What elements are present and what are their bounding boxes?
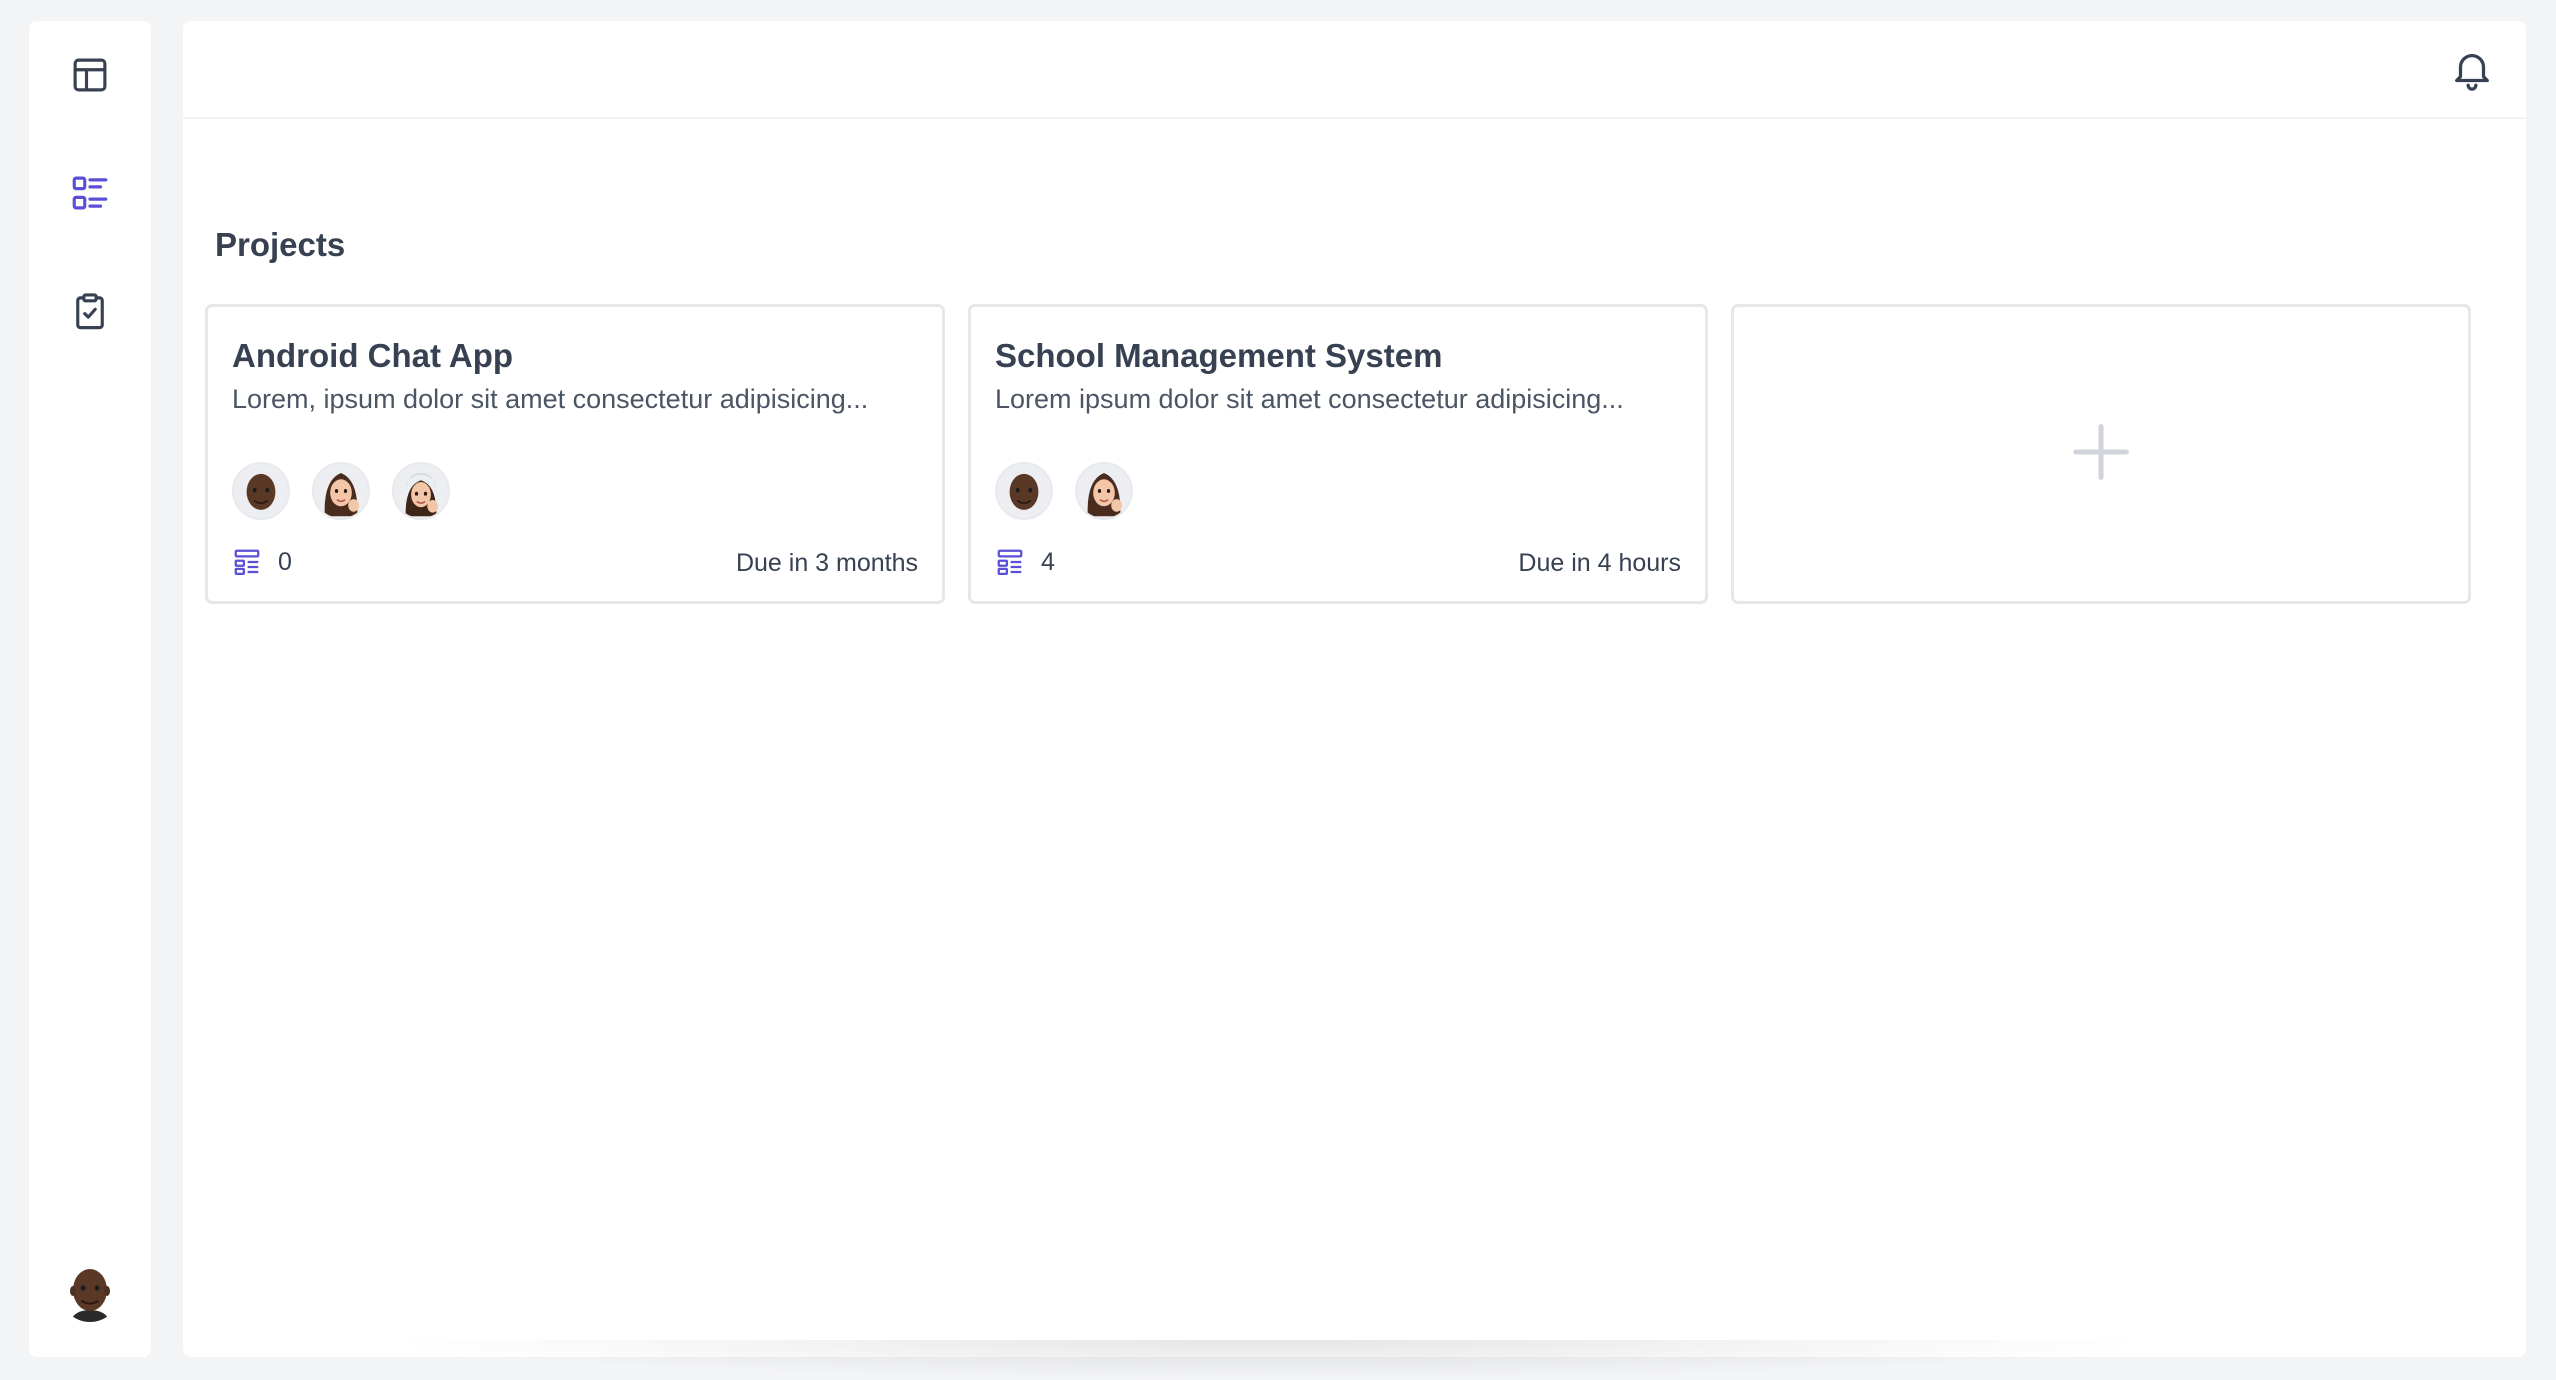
sidebar-item-dashboard[interactable] xyxy=(61,46,119,104)
main-panel: Projects Android Chat App Lorem, ipsum d… xyxy=(183,21,2526,1357)
project-title: School Management System xyxy=(995,337,1443,374)
project-members xyxy=(232,462,450,520)
task-count-value: 0 xyxy=(278,547,292,576)
member-avatar xyxy=(312,462,370,520)
bell-icon xyxy=(2455,54,2489,91)
member-avatar xyxy=(1075,462,1133,520)
sidebar xyxy=(29,21,151,1357)
layout-icon xyxy=(73,58,107,92)
project-card[interactable]: Android Chat App Lorem, ipsum dolor sit … xyxy=(205,304,945,604)
task-count: 4 xyxy=(995,547,1055,577)
project-members xyxy=(995,462,1133,520)
task-count-value: 4 xyxy=(1041,547,1055,576)
project-card[interactable]: School Management System Lorem ipsum dol… xyxy=(968,304,1708,604)
project-title: Android Chat App xyxy=(232,337,514,374)
due-date: Due in 3 months xyxy=(735,549,918,577)
user-avatar[interactable] xyxy=(60,1262,120,1322)
task-count: 0 xyxy=(232,547,292,577)
plus-icon xyxy=(2063,414,2139,495)
top-bar xyxy=(183,21,2526,119)
notifications-button[interactable] xyxy=(2444,41,2500,97)
list-icon xyxy=(72,176,108,210)
member-avatar xyxy=(392,462,450,520)
tasks-icon xyxy=(234,549,260,575)
due-date: Due in 4 hours xyxy=(1518,549,1681,577)
member-avatar xyxy=(232,462,290,520)
project-description: Lorem ipsum dolor sit amet consectetur a… xyxy=(995,384,1624,414)
bottom-shadow xyxy=(380,1340,2160,1380)
sidebar-item-tasks[interactable] xyxy=(61,282,119,340)
clipboard-check-icon xyxy=(76,293,104,330)
add-project-button[interactable] xyxy=(1731,304,2471,604)
memoji-avatar xyxy=(60,1262,120,1322)
project-description: Lorem, ipsum dolor sit amet consectetur … xyxy=(232,384,869,414)
member-avatar xyxy=(995,462,1053,520)
tasks-icon xyxy=(997,549,1023,575)
sidebar-item-projects[interactable] xyxy=(61,164,119,222)
page-title: Projects xyxy=(215,226,346,263)
